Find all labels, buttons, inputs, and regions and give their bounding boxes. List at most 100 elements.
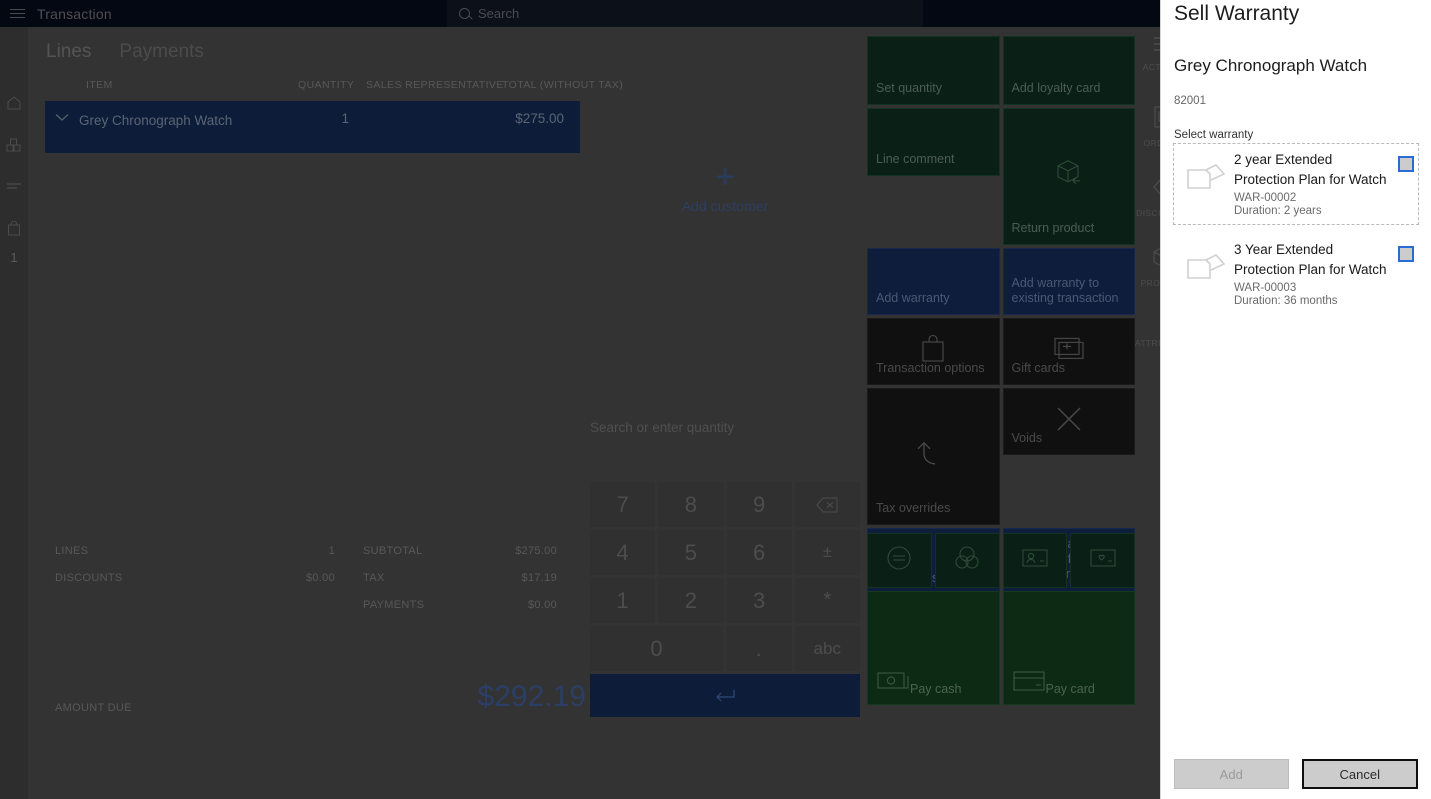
key-0[interactable]: 0	[590, 626, 723, 671]
tile-label: Add loyalty card	[1011, 81, 1101, 95]
currency-button[interactable]	[934, 533, 1000, 588]
warranty-checkbox[interactable]	[1398, 246, 1414, 262]
dialog-product-name: Grey Chronograph Watch	[1174, 56, 1368, 75]
tile-return-product[interactable]: Return product	[1002, 108, 1135, 245]
key-decimal[interactable]: .	[725, 626, 792, 671]
column-header-sales-rep: SALES REPRESENTATIVE	[366, 79, 504, 91]
cancel-button[interactable]: Cancel	[1301, 759, 1418, 789]
warranty-name: 2 year Extended Protection Plan for Watc…	[1234, 152, 1387, 187]
tile-tax-overrides[interactable]: Tax overrides	[867, 388, 1000, 525]
tile-line-comment[interactable]: Line comment	[867, 108, 1000, 176]
key-plus-minus[interactable]: ±	[794, 530, 860, 575]
close-x-icon	[1004, 404, 1135, 434]
key-2[interactable]: 2	[658, 578, 724, 623]
column-header-total: TOTAL (WITHOUT TAX)	[502, 79, 624, 91]
select-warranty-label: Select warranty	[1174, 129, 1254, 141]
amount-due-label: AMOUNT DUE	[55, 702, 132, 714]
lines-label: LINES	[55, 545, 89, 557]
pos-screen: Transaction Search 1 Lines Payments ITEM…	[0, 0, 1431, 799]
left-nav-rail: 1	[0, 27, 28, 799]
shopping-bag-icon[interactable]	[0, 208, 28, 250]
key-3[interactable]: 3	[726, 578, 792, 623]
home-icon[interactable]	[0, 82, 28, 124]
column-header-quantity: QUANTITY	[298, 79, 355, 91]
gift-card-icon	[1004, 336, 1135, 362]
key-1[interactable]: 1	[590, 578, 656, 623]
pay-cash-button[interactable]: Pay cash	[867, 591, 1000, 705]
lines-icon[interactable]	[0, 166, 28, 208]
pay-card-button[interactable]: Pay card	[1002, 591, 1135, 705]
tile-label: Add warranty	[876, 291, 950, 305]
coins-icon	[954, 545, 980, 576]
warranty-option-war-00003[interactable]: 3 Year Extended Protection Plan for Watc…	[1174, 234, 1418, 314]
id-card-icon	[1021, 547, 1049, 574]
payments-label: PAYMENTS	[363, 599, 425, 611]
subtotal-label: SUBTOTAL	[363, 545, 423, 557]
tile-add-warranty[interactable]: Add warranty	[867, 248, 1000, 315]
tile-add-warranty-existing[interactable]: Add warranty to existing transaction	[1002, 248, 1135, 315]
dialog-product-id: 82001	[1174, 95, 1206, 107]
tile-add-loyalty-card[interactable]: Add loyalty card	[1002, 36, 1135, 105]
return-product-icon	[1004, 157, 1135, 189]
tile-label: Return product	[1011, 221, 1095, 235]
tile-label: Pay card	[1045, 682, 1095, 696]
add-customer-button[interactable]: + Add customer	[590, 160, 860, 214]
hamburger-icon[interactable]	[3, 0, 31, 27]
cart-count-badge: 1	[10, 250, 18, 265]
tab-list: Lines Payments	[46, 41, 204, 63]
amount-due-value: $292.19	[477, 680, 586, 713]
backspace-icon[interactable]	[794, 482, 860, 527]
key-8[interactable]: 8	[658, 482, 724, 527]
plus-icon: +	[715, 158, 735, 196]
tile-label: Tax overrides	[876, 501, 951, 515]
dialog-actions: Add Cancel	[1174, 759, 1418, 799]
no-image-icon	[1178, 150, 1234, 193]
no-image-icon	[1178, 240, 1234, 283]
loyalty-button[interactable]	[1070, 533, 1135, 588]
key-7[interactable]: 7	[590, 482, 656, 527]
undo-icon	[868, 437, 999, 469]
add-button[interactable]: Add	[1174, 759, 1289, 789]
table-row[interactable]: Grey Chronograph Watch 1 $275.00	[45, 101, 580, 153]
tile-label: Set quantity	[876, 81, 943, 95]
search-input[interactable]: Search	[447, 0, 923, 27]
customer-account-button[interactable]	[1002, 533, 1068, 588]
warranty-code: WAR-00002	[1234, 192, 1297, 204]
search-icon	[459, 8, 470, 19]
sell-warranty-dialog: Sell Warranty Grey Chronograph Watch 820…	[1160, 0, 1431, 799]
tab-lines[interactable]: Lines	[46, 41, 91, 63]
tab-payments[interactable]: Payments	[119, 41, 203, 63]
key-asterisk[interactable]: *	[794, 578, 860, 623]
key-6[interactable]: 6	[726, 530, 792, 575]
line-item-quantity: 1	[341, 111, 349, 126]
tax-value: $17.19	[521, 572, 557, 584]
key-5[interactable]: 5	[658, 530, 724, 575]
discounts-value: $0.00	[305, 572, 335, 584]
tile-gift-cards[interactable]: Gift cards	[1002, 318, 1135, 385]
tile-label: Line comment	[876, 152, 955, 166]
key-9[interactable]: 9	[726, 482, 792, 527]
products-icon[interactable]	[0, 124, 28, 166]
search-or-quantity-input[interactable]: Search or enter quantity	[590, 420, 734, 435]
warranty-list: 2 year Extended Protection Plan for Watc…	[1173, 143, 1419, 314]
tile-voids[interactable]: Voids	[1002, 388, 1135, 455]
add-customer-label: Add customer	[681, 198, 769, 214]
warranty-duration: Duration: 2 years	[1234, 205, 1322, 217]
warranty-checkbox[interactable]	[1398, 156, 1414, 172]
tile-label: Gift cards	[1011, 361, 1066, 375]
key-4[interactable]: 4	[590, 530, 656, 575]
page-title: Transaction	[37, 5, 112, 22]
enter-icon[interactable]	[590, 674, 860, 717]
lines-value: 1	[328, 545, 335, 557]
chevron-down-icon[interactable]	[45, 111, 79, 122]
payments-value: $0.00	[527, 599, 557, 611]
tile-label: Pay cash	[910, 682, 962, 696]
tile-set-quantity[interactable]: Set quantity	[867, 36, 1000, 105]
exact-amount-button[interactable]	[867, 533, 932, 588]
equals-circle-icon	[886, 545, 912, 576]
key-abc[interactable]: abc	[794, 626, 861, 671]
shopping-bag-icon	[868, 334, 999, 364]
warranty-option-war-00002[interactable]: 2 year Extended Protection Plan for Watc…	[1173, 143, 1419, 225]
tile-transaction-options[interactable]: Transaction options	[867, 318, 1000, 385]
line-item-name: Grey Chronograph Watch	[79, 113, 233, 128]
